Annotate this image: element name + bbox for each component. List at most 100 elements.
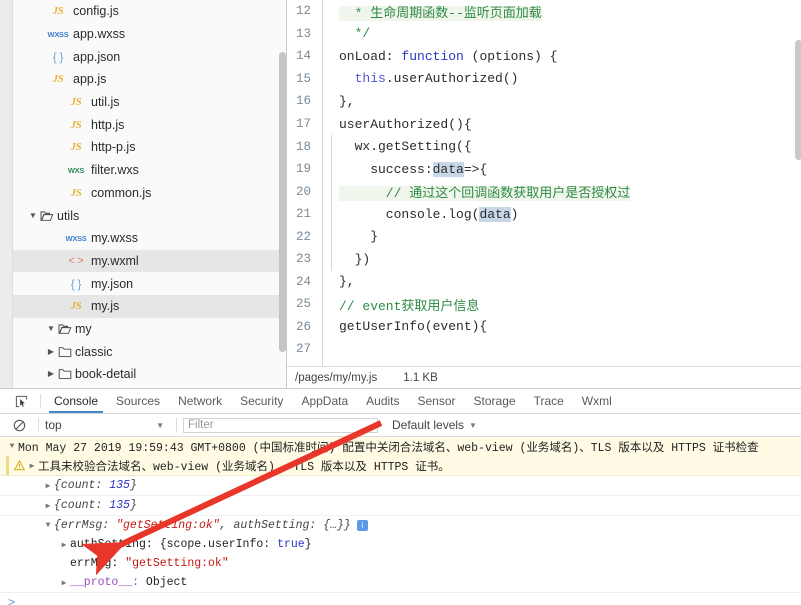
- file-tree-item[interactable]: ▼ my: [13, 318, 286, 341]
- chevron-down-icon[interactable]: ▼: [45, 324, 57, 333]
- prop-key: errMsg:: [70, 557, 119, 570]
- code-line[interactable]: 22 }: [287, 225, 801, 248]
- console-object-row[interactable]: ▶ {count: 135}: [0, 476, 801, 496]
- file-tree-item-label: util.js: [91, 95, 120, 110]
- code-text: console.log(data): [339, 206, 519, 222]
- file-tree-item-label: filter.wxs: [91, 163, 139, 178]
- code-text: onLoad: function (options) {: [339, 48, 558, 64]
- js-file-icon: JS: [70, 118, 82, 131]
- file-tree-item[interactable]: JS http-p.js: [13, 136, 286, 159]
- devtools-tab-storage[interactable]: Storage: [465, 389, 525, 413]
- devtools-tab-trace[interactable]: Trace: [525, 389, 573, 413]
- code-line[interactable]: 19 success:data=>{: [287, 157, 801, 181]
- chevron-down-icon: ▼: [156, 420, 164, 430]
- code-line[interactable]: 24},: [287, 270, 801, 294]
- devtools-tab-sources[interactable]: Sources: [107, 389, 169, 413]
- file-tree-item[interactable]: WXSS my.wxss: [13, 227, 286, 250]
- file-tree-item[interactable]: WXS filter.wxs: [13, 159, 286, 182]
- code-line[interactable]: 20 // 通过这个回调函数获取用户是否授权过: [287, 180, 801, 203]
- devtools-tab-wxml[interactable]: Wxml: [573, 389, 621, 413]
- file-tree-item[interactable]: JS config.js: [13, 0, 286, 23]
- chevron-down-icon[interactable]: ▼: [42, 521, 54, 530]
- js-file-icon: JS: [52, 73, 64, 86]
- chevron-right-icon[interactable]: ▶: [45, 370, 57, 378]
- code-line[interactable]: 23 }): [287, 248, 801, 271]
- console-context-select[interactable]: top ▼: [45, 418, 170, 432]
- console-level-select[interactable]: Default levels ▼: [392, 418, 477, 432]
- console-message-row[interactable]: ▼ Mon May 27 2019 19:59:43 GMT+0800 (中国标准…: [0, 437, 801, 456]
- devtools-tab-appdata[interactable]: AppData: [292, 389, 357, 413]
- devtools-tab-network[interactable]: Network: [169, 389, 231, 413]
- chevron-down-icon[interactable]: ▼: [6, 442, 18, 451]
- code-line[interactable]: 18 wx.getSetting({: [287, 135, 801, 158]
- chevron-down-icon[interactable]: ▼: [27, 211, 39, 220]
- chevron-right-icon[interactable]: ▶: [58, 540, 70, 550]
- devtools-tab-console[interactable]: Console: [45, 389, 107, 413]
- devtools-tabbar[interactable]: Console Sources Network Security AppData Audi…: [0, 389, 801, 414]
- wxss-file-icon: WXSS: [47, 29, 69, 39]
- console-object-row[interactable]: ▶ {count: 135}: [0, 496, 801, 516]
- code-line[interactable]: 13 */: [287, 22, 801, 46]
- console-filter-input[interactable]: Filter: [183, 417, 378, 433]
- file-tree-scrollbar[interactable]: [279, 52, 286, 352]
- devtools-tab-sensor[interactable]: Sensor: [409, 389, 465, 413]
- code-text: wx.getSetting({: [339, 139, 472, 155]
- file-tree-item[interactable]: ▶ classic: [13, 340, 286, 363]
- code-text: */: [339, 26, 371, 42]
- code-line[interactable]: 12 * 生命周期函数--监听页面加载: [287, 0, 801, 23]
- wxs-file-icon: WXS: [67, 165, 85, 175]
- file-tree-item[interactable]: { } my.json: [13, 272, 286, 295]
- code-line[interactable]: 25 // event获取用户信息: [287, 293, 801, 316]
- file-tree-item[interactable]: ▼ utils: [13, 204, 286, 227]
- chevron-right-icon[interactable]: ▶: [26, 461, 38, 471]
- line-number: 15: [295, 71, 311, 86]
- file-tree-item[interactable]: ▶ book-detail: [13, 363, 286, 386]
- chevron-right-icon[interactable]: ▶: [42, 481, 54, 491]
- wxss-file-icon: WXSS: [65, 233, 87, 243]
- file-tree-item-label: http-p.js: [91, 140, 136, 155]
- console-filter-bar[interactable]: top ▼ Filter Default levels ▼: [0, 414, 801, 437]
- console-object-property[interactable]: ▶ __proto__: Object: [0, 573, 801, 593]
- chevron-right-icon[interactable]: ▶: [58, 578, 70, 588]
- file-tree-item[interactable]: JS common.js: [13, 182, 286, 205]
- line-number: 17: [295, 117, 311, 131]
- console-output[interactable]: ▼ Mon May 27 2019 19:59:43 GMT+0800 (中国标准…: [0, 437, 801, 605]
- console-prompt[interactable]: >: [0, 593, 801, 605]
- console-object-property[interactable]: ▶ authSetting: {scope.userInfo: true}: [0, 535, 801, 554]
- info-icon[interactable]: i: [356, 520, 368, 531]
- wxml-file-icon: < >: [68, 254, 84, 267]
- code-lines[interactable]: 12 * 生命周期函数--监听页面加载 13 */14 onLoad: functi…: [287, 0, 801, 366]
- chevron-right-icon[interactable]: ▶: [45, 347, 57, 356]
- file-tree-item[interactable]: WXSS app.wxss: [13, 23, 286, 46]
- file-tree-item[interactable]: JS app.js: [13, 68, 286, 91]
- devtools-tab-audits[interactable]: Audits: [357, 389, 408, 413]
- code-line[interactable]: 16},: [287, 90, 801, 113]
- file-tree-item[interactable]: < > my.wxml: [13, 249, 286, 273]
- console-warning-row[interactable]: ▶ 工具未校验合法域名、web-view (业务域名) 、TLS 版本以及 HTT…: [0, 456, 801, 476]
- file-tree-item[interactable]: JS http.js: [13, 113, 286, 136]
- devtools-tab-security[interactable]: Security: [231, 389, 292, 413]
- file-tree-item[interactable]: JS util.js: [13, 91, 286, 114]
- code-line[interactable]: 27: [287, 338, 801, 361]
- file-tree-item[interactable]: JS my.js: [13, 294, 286, 318]
- code-line[interactable]: 26 getUserInfo(event){: [287, 315, 801, 339]
- js-file-icon: JS: [70, 96, 82, 109]
- editor-vertical-scrollbar[interactable]: [795, 40, 801, 160]
- line-number: 25: [295, 297, 311, 312]
- code-text: this.userAuthorized(): [354, 71, 519, 87]
- console-expanded-object-row[interactable]: ▼ {errMsg: "getSetting:ok", authSetting: …: [0, 516, 801, 535]
- clear-console-icon[interactable]: [0, 419, 32, 432]
- console-context-value: top: [45, 418, 62, 432]
- prop-key: __proto__:: [70, 576, 140, 589]
- file-tree-item[interactable]: { } app.json: [13, 45, 286, 68]
- file-tree-panel[interactable]: JS config.js WXSS app.wxss { } app.json JS app.…: [13, 0, 287, 388]
- file-tree-item-label: my.js: [91, 299, 120, 314]
- code-line[interactable]: 17 userAuthorized(){: [287, 112, 801, 136]
- chevron-right-icon[interactable]: ▶: [42, 501, 54, 511]
- inspect-cursor-icon[interactable]: [0, 389, 36, 413]
- console-object-property[interactable]: errMsg: "getSetting:ok": [0, 554, 801, 573]
- code-editor-panel[interactable]: 12 * 生命周期函数--监听页面加载 13 */14 onLoad: functi…: [287, 0, 801, 388]
- code-line[interactable]: 21 console.log(data): [287, 202, 801, 226]
- code-line[interactable]: 14 onLoad: function (options) {: [287, 45, 801, 68]
- code-line[interactable]: 15 this.userAuthorized(): [287, 67, 801, 91]
